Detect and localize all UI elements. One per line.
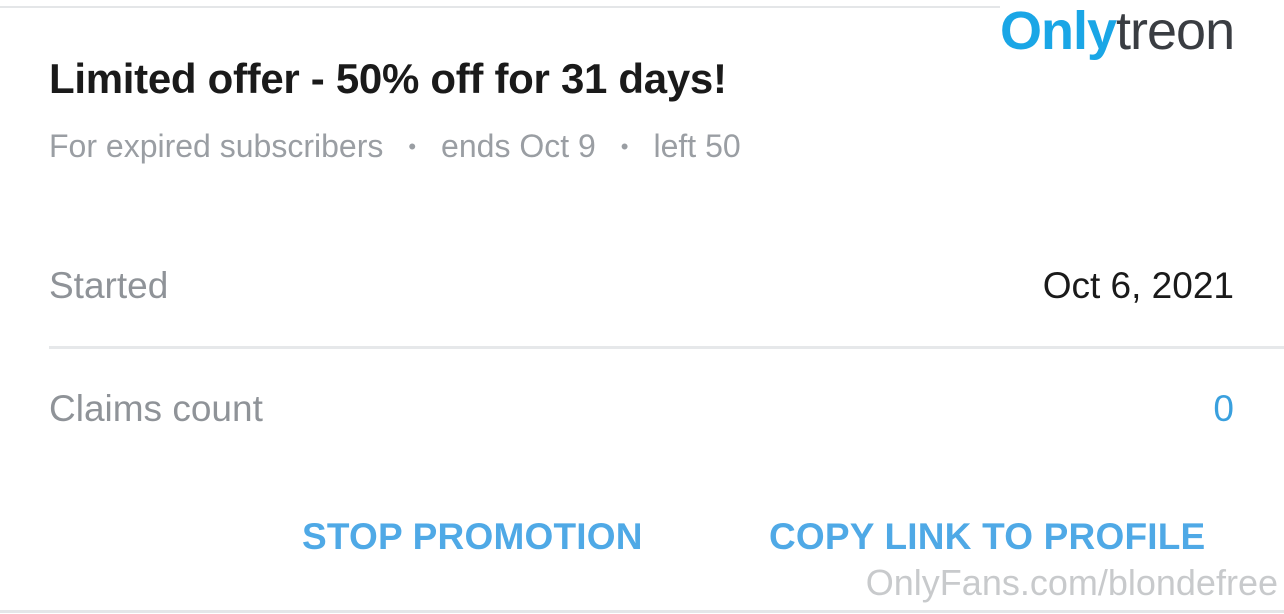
url-watermark: OnlyFans.com/blondefree xyxy=(865,562,1278,603)
claims-label: Claims count xyxy=(49,388,263,429)
brand-watermark-part1: Only xyxy=(1000,1,1117,61)
offer-remaining: left 50 xyxy=(653,128,741,164)
promotion-card: Only treon Limited offer - 50% off for 31… xyxy=(0,0,1284,614)
stop-promotion-button[interactable]: STOP PROMOTION xyxy=(302,516,643,558)
claims-count-value[interactable]: 0 xyxy=(1213,388,1234,430)
offer-audience: For expired subscribers xyxy=(49,128,384,164)
started-row: Started Oct 6, 2021 xyxy=(49,262,1234,310)
offer-ends: ends Oct 9 xyxy=(441,128,596,164)
claims-row: Claims count 0 xyxy=(49,385,1234,433)
row-divider xyxy=(49,346,1284,349)
started-value: Oct 6, 2021 xyxy=(1042,265,1234,306)
meta-separator-1: • xyxy=(408,133,417,159)
brand-watermark-logo: Only treon xyxy=(1000,0,1284,62)
offer-meta: For expired subscribers • ends Oct 9 • l… xyxy=(49,128,741,165)
offer-title: Limited offer - 50% off for 31 days! xyxy=(49,55,727,102)
brand-watermark-part2: treon xyxy=(1116,1,1235,61)
copy-link-to-profile-button[interactable]: COPY LINK TO PROFILE xyxy=(769,516,1205,558)
card-top-border xyxy=(0,6,1000,8)
started-label: Started xyxy=(49,265,169,306)
card-bottom-border xyxy=(0,610,1284,613)
meta-separator-2: • xyxy=(620,133,629,159)
